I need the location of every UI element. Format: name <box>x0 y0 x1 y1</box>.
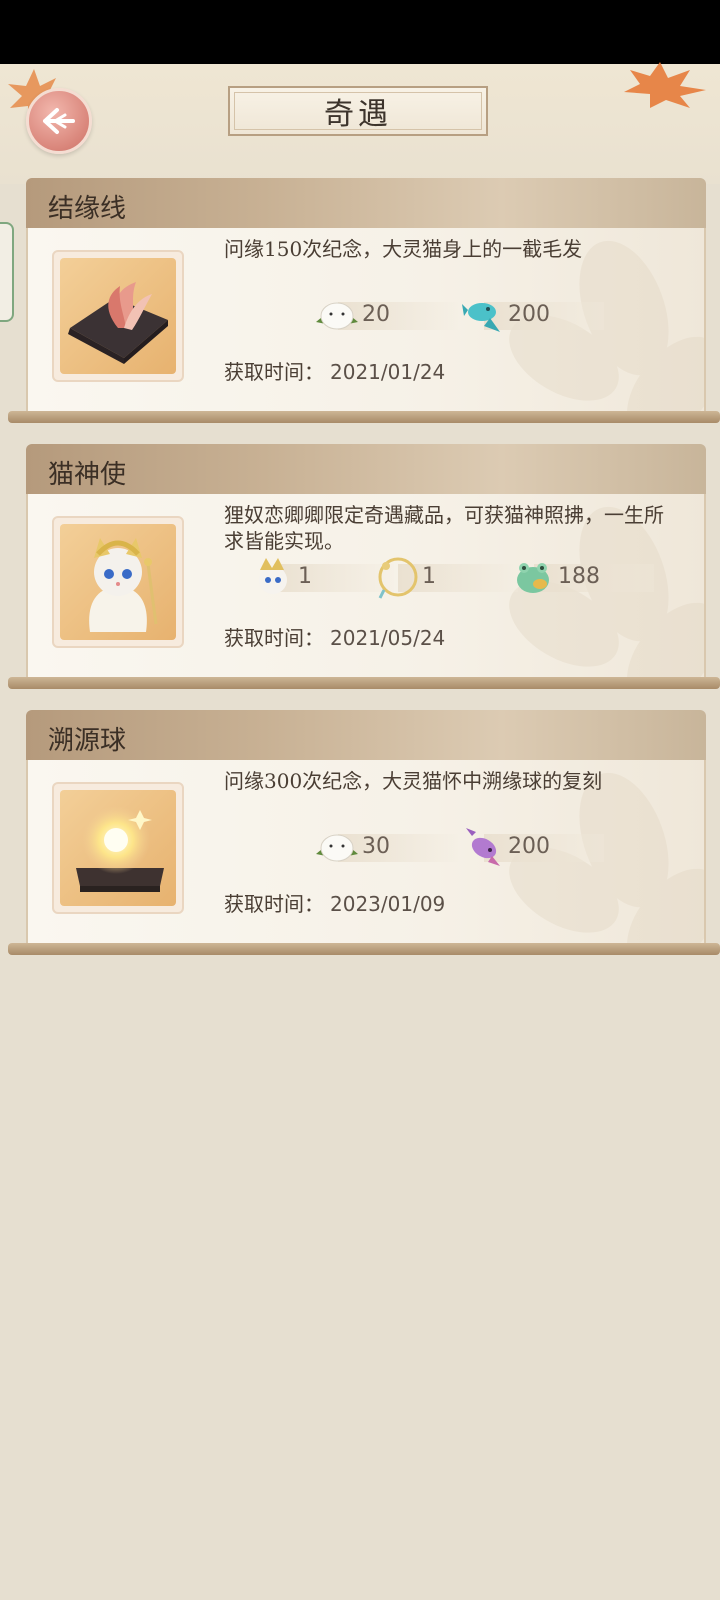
acquired-time: 获取时间： 2021/01/24 <box>224 356 445 385</box>
card-header: 溯源球 <box>26 710 706 760</box>
reward-list: 30 200 <box>228 828 688 868</box>
acquired-date: 2023/01/09 <box>330 892 446 916</box>
card-base <box>8 943 720 955</box>
collection-card[interactable]: 溯源球 问缘300次纪念，大灵猫怀中溯缘球的复刻 30 200 获取时间： 20… <box>8 710 720 960</box>
blue-fish-icon <box>462 303 500 332</box>
collection-card[interactable]: 结缘线 问缘150次纪念，大灵猫身上的一截毛发 20 200 获取时间： 202… <box>8 178 720 428</box>
maple-leaf-right-icon <box>624 62 706 108</box>
reward-item: 30 <box>314 828 464 866</box>
card-title: 结缘线 <box>48 194 127 224</box>
reward-count: 188 <box>558 564 600 589</box>
reward-list: 1 1 188 <box>228 557 688 599</box>
collection-card[interactable]: 猫神使 狸奴恋卿卿限定奇遇藏品，可获猫神照拂，一生所求皆能实现。 1 1 188… <box>8 444 720 694</box>
gold-ring-frame-icon <box>378 557 418 599</box>
fur-tuft-on-cushion-icon <box>68 282 168 364</box>
acquired-time-label: 获取时间： <box>224 892 324 916</box>
reward-count: 200 <box>508 302 550 327</box>
reward-item: 20 <box>314 296 464 334</box>
item-frame[interactable] <box>52 250 184 382</box>
item-description: 问缘150次纪念，大灵猫身上的一截毛发 <box>224 237 583 261</box>
reward-list: 20 200 <box>228 296 688 336</box>
purple-fish-icon <box>466 828 500 866</box>
status-bar <box>0 0 720 64</box>
cat-deity-figure-icon <box>89 538 158 632</box>
item-frame[interactable] <box>52 516 184 648</box>
reward-count: 30 <box>362 834 390 859</box>
card-body: 问缘300次纪念，大灵猫怀中溯缘球的复刻 30 200 获取时间： 2023/0… <box>26 760 706 945</box>
reward-count: 1 <box>298 564 312 589</box>
reward-count: 20 <box>362 302 390 327</box>
reward-item: 200 <box>460 296 610 334</box>
acquired-date: 2021/01/24 <box>330 360 446 384</box>
card-body: 狸奴恋卿卿限定奇遇藏品，可获猫神照拂，一生所求皆能实现。 1 1 188 获取时… <box>26 494 706 679</box>
page-title-box: 奇遇 <box>228 86 488 136</box>
reward-count: 1 <box>422 564 436 589</box>
white-mochi-icon <box>316 834 358 862</box>
back-arrow-icon <box>43 108 75 134</box>
card-title: 猫神使 <box>48 460 127 490</box>
item-frame[interactable] <box>52 782 184 914</box>
cat-deity-icon <box>259 558 287 594</box>
card-title: 溯源球 <box>48 726 127 756</box>
item-image <box>60 790 176 906</box>
card-header: 结缘线 <box>26 178 706 228</box>
item-description: 问缘300次纪念，大灵猫怀中溯缘球的复刻 <box>224 769 603 793</box>
back-button[interactable] <box>26 88 92 154</box>
card-base <box>8 411 720 423</box>
item-description: 狸奴恋卿卿限定奇遇藏品，可获猫神照拂，一生所求皆能实现。 <box>224 503 664 553</box>
jade-frog-icon <box>517 563 549 593</box>
reward-count: 200 <box>508 834 550 859</box>
glowing-orb-on-stand-icon <box>76 806 164 892</box>
reward-item: 200 <box>460 828 610 866</box>
item-image <box>60 258 176 374</box>
reward-item: 1 <box>374 557 524 599</box>
card-header: 猫神使 <box>26 444 706 494</box>
page-title: 奇遇 <box>324 97 392 132</box>
acquired-time: 获取时间： 2021/05/24 <box>224 622 445 651</box>
acquired-time-label: 获取时间： <box>224 626 324 650</box>
acquired-date: 2021/05/24 <box>330 626 446 650</box>
acquired-time: 获取时间： 2023/01/09 <box>224 888 445 917</box>
acquired-time-label: 获取时间： <box>224 360 324 384</box>
reward-item: 188 <box>510 558 660 596</box>
card-base <box>8 677 720 689</box>
white-mochi-icon <box>316 302 358 330</box>
card-body: 问缘150次纪念，大灵猫身上的一截毛发 20 200 获取时间： 2021/01… <box>26 228 706 413</box>
item-image <box>60 524 176 640</box>
